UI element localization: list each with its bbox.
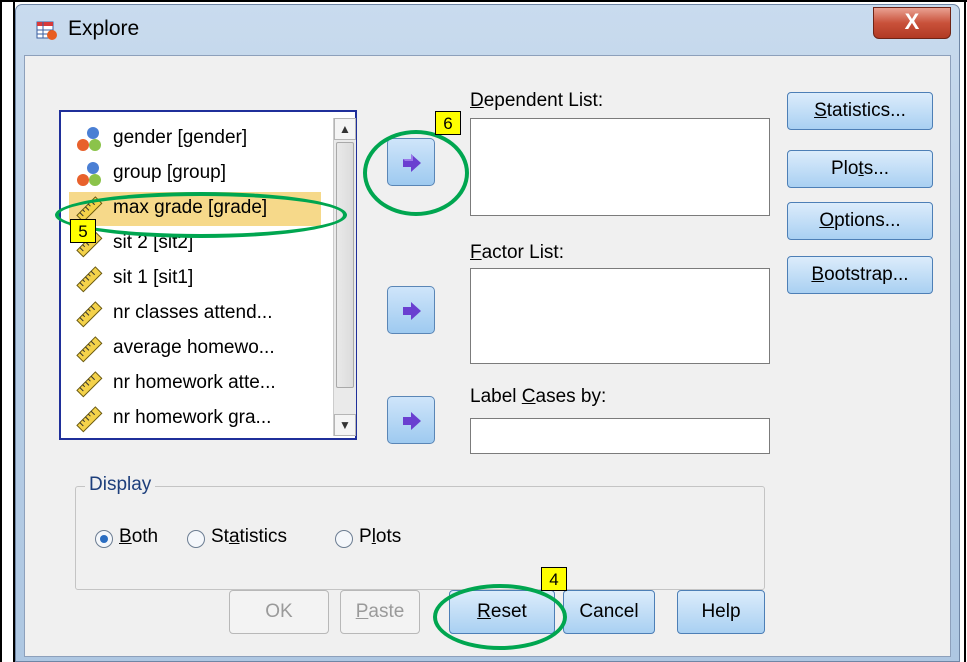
dialog-title: Explore: [68, 17, 140, 40]
page-border-left: [0, 0, 2, 662]
cancel-button[interactable]: Cancel: [563, 590, 655, 634]
bootstrap-button[interactable]: Bootstrap...: [787, 256, 933, 294]
variable-list-item[interactable]: group [group]: [69, 157, 321, 191]
variable-list-item[interactable]: nr homework atte...: [69, 367, 321, 401]
nominal-icon: [75, 125, 103, 153]
right-arrow-icon: [403, 302, 421, 320]
variable-list-item[interactable]: gender [gender]: [69, 122, 321, 156]
step6-badge: 6: [435, 111, 461, 135]
close-button[interactable]: X: [873, 7, 951, 39]
display-statistics-label[interactable]: Statistics: [211, 526, 287, 548]
ok-button[interactable]: OK: [229, 590, 329, 634]
source-variable-list[interactable]: nr homework gra... nr homework atte... ave…: [59, 110, 357, 440]
statistics-button[interactable]: Statistics...: [787, 92, 933, 130]
right-arrow-icon: [403, 412, 421, 430]
options-button[interactable]: Options...: [787, 202, 933, 240]
display-statistics-radio[interactable]: [187, 530, 205, 548]
explore-dialog: Explore X nr homework gra... nr homework …: [15, 4, 960, 662]
scroll-thumb[interactable]: [336, 142, 354, 388]
variable-label: nr homework atte...: [113, 372, 276, 393]
dependent-list-label: Dependent List:: [470, 90, 604, 111]
display-plots-radio[interactable]: [335, 530, 353, 548]
move-to-dependent-button[interactable]: [387, 138, 435, 186]
dependent-list-box[interactable]: [470, 118, 770, 216]
display-plots-label[interactable]: Plots: [359, 526, 401, 548]
step5-badge: 5: [70, 219, 96, 243]
scale-icon: [75, 370, 103, 398]
display-both-label[interactable]: Both: [119, 526, 158, 548]
scale-icon: [75, 265, 103, 293]
variable-list-item[interactable]: max grade [grade]: [69, 192, 321, 226]
scale-icon: [75, 405, 103, 433]
step4-badge: 4: [541, 567, 567, 591]
factor-list-label: Factor List:: [470, 242, 564, 263]
variable-list-item[interactable]: average homewo...: [69, 332, 321, 366]
scale-icon: [75, 300, 103, 328]
variable-label: sit 2 [sit2]: [113, 232, 194, 253]
variable-label: nr classes attend...: [113, 302, 273, 323]
right-arrow-icon: [403, 154, 421, 172]
display-both-radio[interactable]: [95, 530, 113, 548]
variable-label: sit 1 [sit1]: [113, 267, 194, 288]
variable-list-item[interactable]: nr classes attend...: [69, 297, 321, 331]
label-cases-label: Label Cases by:: [470, 386, 607, 407]
help-button[interactable]: Help: [677, 590, 765, 634]
scroll-up-arrow-icon[interactable]: ▲: [334, 118, 356, 140]
reset-button[interactable]: Reset: [449, 590, 555, 634]
move-to-factor-button[interactable]: [387, 286, 435, 334]
variable-label: average homewo...: [113, 337, 275, 358]
plots-button[interactable]: Plots...: [787, 150, 933, 188]
scale-icon: [75, 335, 103, 363]
factor-list-box[interactable]: [470, 268, 770, 364]
variable-list-item[interactable]: sit 1 [sit1]: [69, 262, 321, 296]
variable-list-item[interactable]: sit 2 [sit2]: [69, 227, 321, 261]
explore-app-icon: [36, 21, 57, 40]
display-group: [75, 486, 765, 590]
move-to-label-cases-button[interactable]: [387, 396, 435, 444]
variable-list-item[interactable]: nr homework gra...: [69, 402, 321, 436]
scroll-down-arrow-icon[interactable]: ▼: [334, 414, 356, 436]
label-cases-field[interactable]: [470, 418, 770, 454]
dialog-body: nr homework gra... nr homework atte... ave…: [24, 55, 951, 657]
variable-label: gender [gender]: [113, 127, 248, 148]
display-legend: Display: [85, 474, 156, 496]
variable-list-scrollbar[interactable]: ▲ ▼: [333, 118, 356, 436]
paste-button[interactable]: Paste: [340, 590, 420, 634]
variable-label: group [group]: [113, 162, 227, 183]
variable-label: max grade [grade]: [113, 197, 268, 218]
page-border-top: [0, 0, 967, 2]
variable-label: nr homework gra...: [113, 407, 272, 428]
nominal-icon: [75, 160, 103, 188]
page-border-right: [964, 0, 966, 662]
